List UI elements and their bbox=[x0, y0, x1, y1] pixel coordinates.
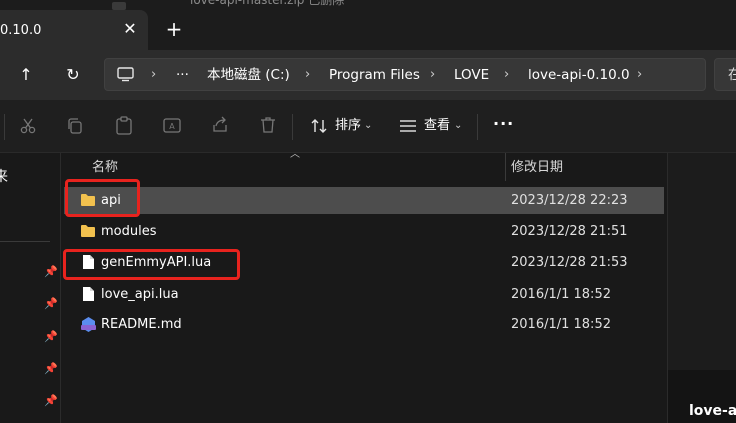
tab-title: 0.10.0 bbox=[0, 23, 42, 38]
breadcrumb-separator: › bbox=[151, 67, 157, 82]
copy-icon[interactable] bbox=[66, 117, 84, 135]
new-tab-button[interactable]: + bbox=[165, 19, 183, 39]
svg-text:A: A bbox=[169, 122, 175, 131]
cut-icon[interactable] bbox=[19, 117, 37, 135]
view-icon bbox=[400, 120, 416, 132]
up-arrow-icon[interactable]: ↑ bbox=[14, 63, 38, 87]
refresh-icon[interactable]: ↻ bbox=[61, 63, 85, 87]
previous-window-text: love-api-master.zip 已删除 bbox=[190, 0, 345, 7]
toolbar-divider bbox=[477, 114, 478, 140]
file-date: 2023/12/28 21:51 bbox=[511, 224, 628, 239]
preview-title: love-api bbox=[689, 403, 736, 419]
highlight-box-genemmyapi bbox=[63, 249, 240, 280]
file-name[interactable]: README.md bbox=[101, 317, 182, 333]
column-separator[interactable] bbox=[505, 153, 506, 181]
pin-icon[interactable]: 📌 bbox=[44, 363, 58, 375]
view-button[interactable]: 查看 bbox=[424, 118, 450, 134]
toolbar-divider bbox=[292, 114, 293, 140]
sort-button[interactable]: 排序 bbox=[335, 118, 361, 134]
breadcrumb-love[interactable]: LOVE bbox=[454, 66, 489, 84]
delete-icon[interactable] bbox=[259, 116, 277, 134]
sort-icon bbox=[311, 119, 327, 133]
chevron-down-icon: ⌄ bbox=[364, 120, 373, 131]
breadcrumb-local-disk[interactable]: 本地磁盘 (C:) bbox=[207, 66, 290, 84]
rename-icon[interactable]: A bbox=[163, 116, 181, 136]
breadcrumb-separator: › bbox=[305, 67, 311, 82]
navigation-pane bbox=[0, 153, 61, 423]
more-options-button[interactable]: ··· bbox=[493, 116, 514, 132]
file-name[interactable]: modules bbox=[101, 224, 157, 240]
chevron-down-icon: ⌄ bbox=[454, 120, 463, 131]
file-date: 2023/12/28 22:23 bbox=[511, 193, 628, 208]
previous-window-strip bbox=[0, 0, 736, 10]
computer-icon bbox=[117, 67, 134, 82]
paste-icon[interactable] bbox=[115, 116, 133, 136]
close-icon[interactable]: ✕ bbox=[121, 20, 139, 38]
pin-icon[interactable]: 📌 bbox=[44, 298, 58, 310]
breadcrumb-separator: › bbox=[430, 67, 436, 82]
pin-icon[interactable]: 📌 bbox=[44, 395, 58, 407]
file-date: 2016/1/1 18:52 bbox=[511, 287, 611, 302]
share-icon[interactable] bbox=[211, 116, 229, 134]
breadcrumb-program-files[interactable]: Program Files bbox=[329, 66, 420, 84]
pin-icon[interactable]: 📌 bbox=[44, 331, 58, 343]
highlight-box-api bbox=[65, 179, 140, 217]
file-icon bbox=[112, 2, 126, 10]
sidebar-divider bbox=[0, 241, 50, 242]
file-name[interactable]: love_api.lua bbox=[101, 287, 179, 303]
breadcrumb-separator[interactable]: › bbox=[637, 66, 642, 84]
breadcrumb-more[interactable]: ··· bbox=[176, 66, 189, 84]
file-icon bbox=[83, 287, 94, 301]
breadcrumb-love-api[interactable]: love-api-0.10.0 bbox=[528, 66, 630, 84]
file-date: 2016/1/1 18:52 bbox=[511, 317, 611, 332]
breadcrumb-separator: › bbox=[504, 67, 510, 82]
column-header-modified[interactable]: 修改日期 bbox=[511, 160, 563, 176]
markdown-file-icon bbox=[81, 317, 96, 332]
sidebar-item-label[interactable]: 来 bbox=[0, 166, 8, 186]
pin-icon[interactable]: 📌 bbox=[44, 266, 58, 278]
toolbar-divider bbox=[4, 114, 5, 140]
folder-icon bbox=[81, 225, 95, 237]
column-header-name[interactable]: 名称 bbox=[92, 160, 118, 176]
file-date: 2023/12/28 21:53 bbox=[511, 255, 628, 270]
search-placeholder: 在 bbox=[728, 67, 736, 83]
sort-ascending-icon: ︿ bbox=[290, 149, 300, 160]
